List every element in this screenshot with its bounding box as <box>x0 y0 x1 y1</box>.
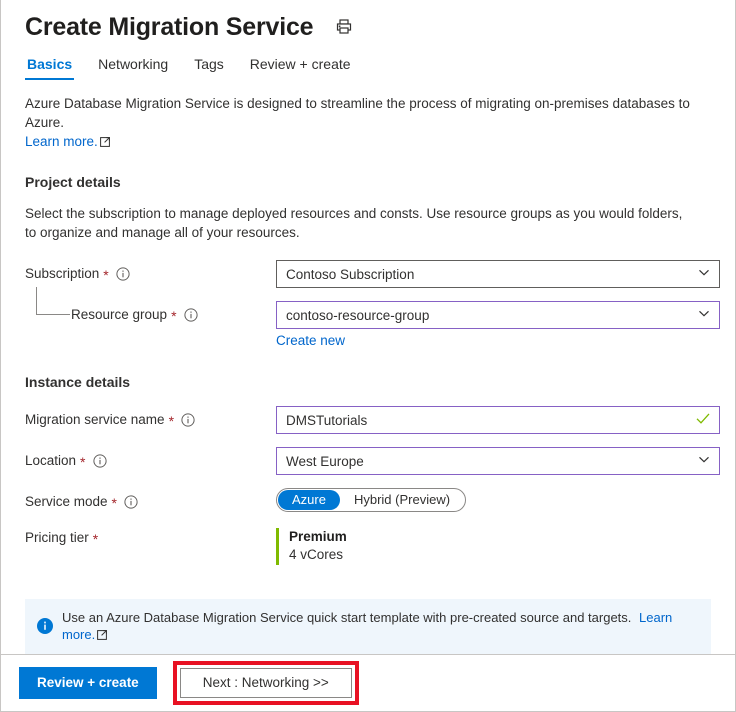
blade-content: Azure Database Migration Service is desi… <box>1 80 735 565</box>
tab-review-create[interactable]: Review + create <box>248 54 353 80</box>
instance-details-form: Migration service name * DMSTutorials <box>25 406 711 565</box>
subscription-dropdown[interactable]: Contoso Subscription <box>276 260 720 288</box>
resource-group-value: contoso-resource-group <box>286 308 429 323</box>
intro-description: Azure Database Migration Service is desi… <box>25 96 690 130</box>
external-link-icon <box>100 133 111 152</box>
chevron-down-icon <box>698 454 710 469</box>
create-new-link[interactable]: Create new <box>276 333 345 348</box>
resource-group-label: Resource group <box>71 307 167 323</box>
service-mode-toggle: Azure Hybrid (Preview) <box>276 488 466 512</box>
chevron-down-icon <box>698 308 710 323</box>
review-create-button[interactable]: Review + create <box>19 667 157 699</box>
project-details-description: Select the subscription to manage deploy… <box>25 204 685 242</box>
blade-footer: Review + create Next : Networking >> <box>1 654 735 711</box>
location-row: Location * West Europe <box>25 447 711 475</box>
tab-networking[interactable]: Networking <box>96 54 170 80</box>
project-details-form: Subscription * Contoso Subscription <box>25 260 711 348</box>
service-mode-option-hybrid[interactable]: Hybrid (Preview) <box>340 490 464 510</box>
project-details-heading: Project details <box>25 174 711 190</box>
info-banner: Use an Azure Database Migration Service … <box>25 599 711 654</box>
migration-service-name-value: DMSTutorials <box>286 413 367 428</box>
pricing-tier-row: Pricing tier * Premium 4 vCores Configur… <box>25 528 711 565</box>
subscription-value: Contoso Subscription <box>286 267 414 282</box>
subscription-info-icon[interactable] <box>116 267 130 281</box>
next-networking-button[interactable]: Next : Networking >> <box>180 668 352 698</box>
instance-details-heading: Instance details <box>25 374 711 390</box>
subscription-label: Subscription <box>25 266 99 282</box>
service-mode-required-asterisk: * <box>112 498 117 508</box>
create-new-wrap: Create new <box>276 333 720 348</box>
migration-service-name-row: Migration service name * DMSTutorials <box>25 406 711 434</box>
migration-service-name-input[interactable]: DMSTutorials <box>276 406 720 434</box>
next-button-annotation-highlight: Next : Networking >> <box>173 661 359 705</box>
tab-list: Basics Networking Tags Review + create <box>1 42 735 80</box>
resource-group-field: contoso-resource-group Create new <box>276 301 720 348</box>
info-circle-icon <box>37 618 53 634</box>
tab-basics[interactable]: Basics <box>25 54 74 80</box>
location-label: Location <box>25 453 76 469</box>
create-migration-service-blade: Create Migration Service Basics Networki… <box>0 0 736 712</box>
resource-group-label-group: Resource group * <box>25 301 276 323</box>
migration-service-name-label: Migration service name <box>25 412 165 428</box>
intro-text: Azure Database Migration Service is desi… <box>25 94 711 152</box>
info-banner-text: Use an Azure Database Migration Service … <box>62 609 699 644</box>
resource-group-row: Resource group * contoso-resource-group <box>25 301 711 348</box>
page-title: Create Migration Service <box>25 12 313 42</box>
service-mode-info-icon[interactable] <box>124 495 138 509</box>
tab-tags[interactable]: Tags <box>192 54 226 80</box>
location-value: West Europe <box>286 454 364 469</box>
pricing-tier-name: Premium <box>289 528 711 546</box>
info-banner-message: Use an Azure Database Migration Service … <box>62 610 631 625</box>
location-info-icon[interactable] <box>93 454 107 468</box>
intro-learn-more-link[interactable]: Learn more. <box>25 134 98 149</box>
subscription-row: Subscription * Contoso Subscription <box>25 260 711 288</box>
chevron-down-icon <box>698 267 710 282</box>
service-mode-row: Service mode * Azure Hybrid (Preview) <box>25 488 711 512</box>
location-field: West Europe <box>276 447 720 475</box>
pricing-tier-card: Premium 4 vCores Configure tier <box>276 528 711 565</box>
migration-service-name-label-group: Migration service name * <box>25 406 276 428</box>
pricing-tier-label: Pricing tier <box>25 530 89 546</box>
subscription-label-group: Subscription * <box>25 260 276 282</box>
service-mode-label: Service mode <box>25 494 108 510</box>
service-mode-option-azure[interactable]: Azure <box>278 490 340 510</box>
location-required-asterisk: * <box>80 457 85 467</box>
location-label-group: Location * <box>25 447 276 469</box>
subscription-required-asterisk: * <box>103 270 108 280</box>
print-icon[interactable] <box>333 16 355 38</box>
migration-service-name-field: DMSTutorials <box>276 406 720 434</box>
resource-group-required-asterisk: * <box>171 311 176 321</box>
pricing-tier-required-asterisk: * <box>93 534 98 544</box>
validation-check-icon <box>696 413 710 428</box>
pricing-tier-field: Premium 4 vCores Configure tier <box>276 528 711 565</box>
blade-header: Create Migration Service <box>1 0 735 42</box>
external-link-icon <box>97 627 108 644</box>
subscription-field: Contoso Subscription <box>276 260 720 288</box>
pricing-tier-vcores: 4 vCores <box>289 546 711 564</box>
service-mode-field: Azure Hybrid (Preview) <box>276 488 711 512</box>
location-dropdown[interactable]: West Europe <box>276 447 720 475</box>
configure-tier-wrap: Configure tier <box>289 564 711 565</box>
resource-group-dropdown[interactable]: contoso-resource-group <box>276 301 720 329</box>
pricing-tier-label-group: Pricing tier * <box>25 528 276 546</box>
resource-group-info-icon[interactable] <box>184 308 198 322</box>
migration-service-name-info-icon[interactable] <box>181 413 195 427</box>
migration-service-name-required-asterisk: * <box>169 416 174 426</box>
info-banner-wrap: Use an Azure Database Migration Service … <box>1 599 735 654</box>
service-mode-label-group: Service mode * <box>25 488 276 510</box>
